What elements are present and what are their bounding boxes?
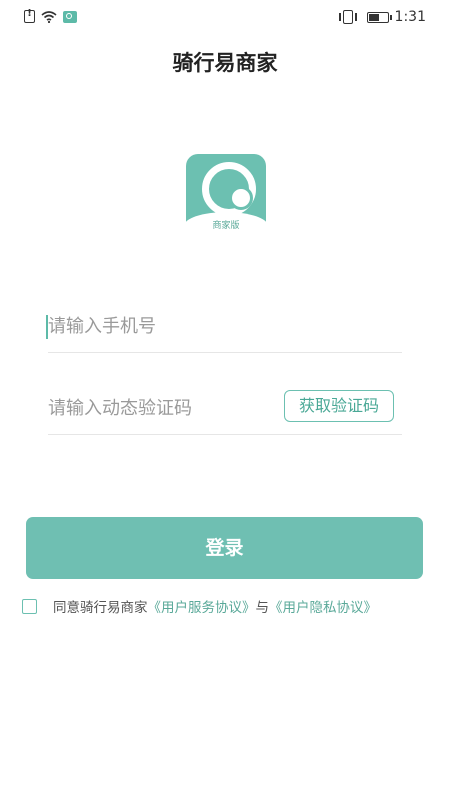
- wifi-icon: [41, 10, 57, 23]
- login-button[interactable]: 登录: [26, 517, 423, 579]
- status-time: 1:31: [394, 9, 426, 25]
- agreement-connector: 与: [255, 600, 270, 616]
- verification-code-field: 获取验证码: [48, 390, 402, 435]
- status-bar-left: [24, 8, 77, 23]
- app-notification-icon: [63, 10, 77, 23]
- logo-label: 商家版: [212, 221, 240, 231]
- status-bar-right: 1:31: [338, 9, 426, 25]
- alert-icon: [24, 8, 35, 23]
- logo-dot: [229, 186, 253, 210]
- status-bar: 1:31: [0, 0, 450, 34]
- text-cursor: [46, 315, 48, 339]
- user-service-agreement-link[interactable]: 《用户服务协议》: [148, 596, 256, 616]
- agreement-checkbox[interactable]: [22, 598, 37, 614]
- verification-code-input[interactable]: [48, 390, 268, 426]
- app-logo: 商家版: [184, 154, 268, 240]
- agreement-row: 同意骑行易商家 《用户服务协议》 与 《用户隐私协议》: [22, 596, 432, 616]
- battery-level-fill: [368, 13, 379, 21]
- privacy-agreement-link[interactable]: 《用户隐私协议》: [269, 596, 377, 616]
- agreement-prefix: 同意骑行易商家: [53, 600, 148, 616]
- get-code-button[interactable]: 获取验证码: [284, 390, 394, 422]
- phone-input[interactable]: [48, 306, 402, 346]
- page-title: 骑行易商家: [172, 51, 278, 75]
- battery-icon: [366, 11, 392, 23]
- phone-field: [46, 306, 402, 353]
- vibrate-icon: [338, 10, 357, 24]
